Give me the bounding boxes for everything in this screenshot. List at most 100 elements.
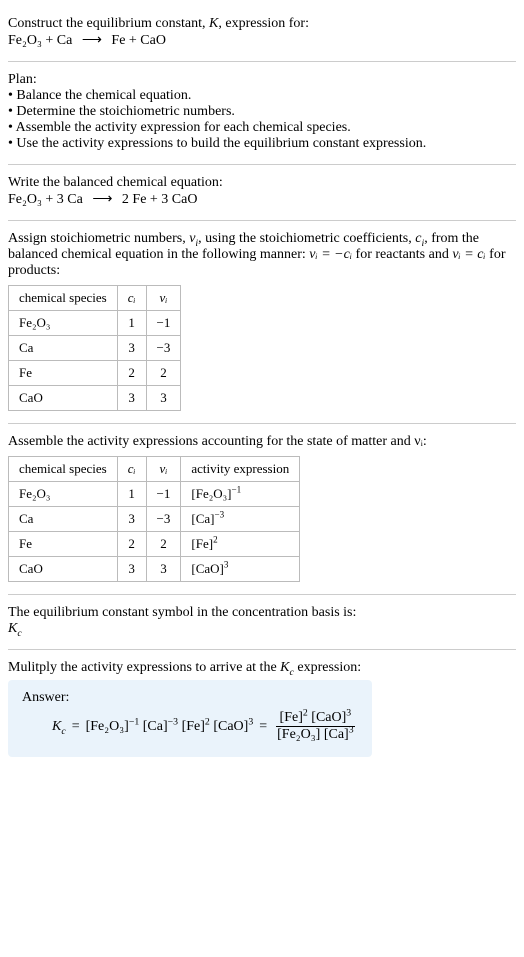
intro-prompt-pre: Construct the equilibrium constant, (8, 16, 209, 31)
col-species: chemical species (9, 457, 118, 482)
term-base: [Fe₂O₃] (277, 727, 320, 742)
term-base: [Ca] (143, 719, 168, 734)
table-row: CaO 3 3 (9, 386, 181, 411)
kc-symbol: Kc (8, 621, 516, 637)
balanced-lhs: Fe₂O₃ + 3 Ca (8, 192, 83, 207)
stoich-text: , using the stoichiometric coefficients, (198, 231, 415, 246)
cell-nui: 2 (146, 532, 181, 557)
cell-nui: −1 (146, 311, 181, 336)
col-ci: cᵢ (117, 457, 146, 482)
stoich-text: Assign stoichiometric numbers, (8, 231, 189, 246)
cell-species: Fe (9, 361, 118, 386)
table-row: Ca 3 −3 [Ca]−3 (9, 507, 300, 532)
cell-nui: −3 (146, 507, 181, 532)
cell-nui: −3 (146, 336, 181, 361)
kc-sub: c (61, 725, 65, 736)
activity-exp: 2 (213, 535, 218, 545)
term-exp: 2 (205, 716, 210, 727)
table-row: Ca 3 −3 (9, 336, 181, 361)
relation-products: νᵢ = cᵢ (452, 247, 485, 262)
stoich-heading: Assign stoichiometric numbers, νi, using… (8, 231, 516, 279)
activity-table: chemical species cᵢ νᵢ activity expressi… (8, 456, 300, 582)
intro-equation: Fe₂O₃ + Ca ⟶ Fe + CaO (8, 32, 516, 49)
activity-section: Assemble the activity expressions accoun… (8, 424, 516, 595)
plan-item: Determine the stoichiometric numbers. (8, 104, 516, 120)
cell-nui: −1 (146, 482, 181, 507)
denominator: [Fe₂O₃] [Ca]3 (273, 727, 358, 743)
cell-nui: 3 (146, 557, 181, 582)
cell-ci: 3 (117, 507, 146, 532)
answer-box: Answer: Kc = [Fe₂O₃]−1 [Ca]−3 [Fe]2 [CaO… (8, 680, 372, 757)
plan-section: Plan: Balance the chemical equation. Det… (8, 62, 516, 165)
table-row: Fe₂O₃ 1 −1 [Fe₂O₃]−1 (9, 482, 300, 507)
fraction: [Fe]2 [CaO]3 [Fe₂O₃] [Ca]3 (273, 710, 358, 743)
k-symbol: K (209, 16, 218, 31)
final-heading-pre: Mulitply the activity expressions to arr… (8, 660, 280, 675)
activity-base: [Ca] (191, 511, 214, 526)
activity-heading: Assemble the activity expressions accoun… (8, 434, 516, 450)
cell-ci: 2 (117, 361, 146, 386)
term-base: [CaO] (311, 710, 346, 725)
col-ci: cᵢ (117, 286, 146, 311)
cell-activity: [Fe₂O₃]−1 (181, 482, 300, 507)
cell-nui: 2 (146, 361, 181, 386)
table-row: CaO 3 3 [CaO]3 (9, 557, 300, 582)
table-row: Fe₂O₃ 1 −1 (9, 311, 181, 336)
table-row: Fe 2 2 (9, 361, 181, 386)
cell-ci: 3 (117, 386, 146, 411)
term-exp: 3 (346, 707, 351, 718)
kc-symbol-heading: The equilibrium constant symbol in the c… (8, 605, 516, 621)
cell-species: CaO (9, 557, 118, 582)
term-base: [Fe] (182, 719, 205, 734)
cell-species: Ca (9, 336, 118, 361)
stoich-section: Assign stoichiometric numbers, νi, using… (8, 221, 516, 424)
equals-sign: = (72, 719, 80, 735)
col-activity: activity expression (181, 457, 300, 482)
plan-heading: Plan: (8, 72, 516, 88)
cell-ci: 2 (117, 532, 146, 557)
cell-activity: [Fe]2 (181, 532, 300, 557)
intro-prompt-post: , expression for: (218, 16, 309, 31)
equation-lhs: Fe₂O₃ + Ca (8, 33, 72, 48)
activity-exp: −1 (232, 485, 242, 495)
cell-ci: 1 (117, 482, 146, 507)
table-row: Fe 2 2 [Fe]2 (9, 532, 300, 557)
kc-symbol-section: The equilibrium constant symbol in the c… (8, 595, 516, 650)
term-base: [CaO] (213, 719, 248, 734)
stoich-text: for reactants and (352, 247, 452, 262)
cell-species: CaO (9, 386, 118, 411)
term-exp: 3 (248, 716, 253, 727)
equation-rhs: Fe + CaO (111, 33, 166, 48)
term-base: [Fe₂O₃] (86, 719, 129, 734)
cell-species: Fe (9, 532, 118, 557)
kc-lhs: Kc (52, 719, 66, 735)
kc-k: K (280, 660, 289, 675)
product-terms: [Fe₂O₃]−1 [Ca]−3 [Fe]2 [CaO]3 (86, 719, 254, 735)
arrow-icon: ⟶ (82, 33, 102, 48)
intro-prompt: Construct the equilibrium constant, K, e… (8, 16, 516, 32)
col-species: chemical species (9, 286, 118, 311)
final-heading-post: expression: (294, 660, 361, 675)
term-exp: 3 (349, 724, 354, 735)
cell-activity: [CaO]3 (181, 557, 300, 582)
numerator: [Fe]2 [CaO]3 (276, 710, 356, 727)
cell-ci: 3 (117, 557, 146, 582)
cell-ci: 3 (117, 336, 146, 361)
term-exp: −1 (129, 716, 139, 727)
stoich-table: chemical species cᵢ νᵢ Fe₂O₃ 1 −1 Ca 3 −… (8, 285, 181, 411)
plan-item: Balance the chemical equation. (8, 88, 516, 104)
activity-base: [Fe₂O₃] (191, 486, 231, 501)
nu-symbol: νi (189, 231, 198, 246)
kc-sub: c (17, 628, 21, 639)
answer-label: Answer: (22, 690, 358, 706)
c-symbol: ci (415, 231, 424, 246)
term-base: [Fe] (280, 710, 303, 725)
term-exp: −3 (168, 716, 178, 727)
balanced-rhs: 2 Fe + 3 CaO (122, 192, 198, 207)
arrow-icon: ⟶ (92, 192, 112, 207)
intro-section: Construct the equilibrium constant, K, e… (8, 6, 516, 62)
kc-expression: Kc = [Fe₂O₃]−1 [Ca]−3 [Fe]2 [CaO]3 = [Fe… (22, 710, 358, 743)
cell-activity: [Ca]−3 (181, 507, 300, 532)
activity-exp: −3 (215, 510, 225, 520)
activity-base: [CaO] (191, 561, 224, 576)
